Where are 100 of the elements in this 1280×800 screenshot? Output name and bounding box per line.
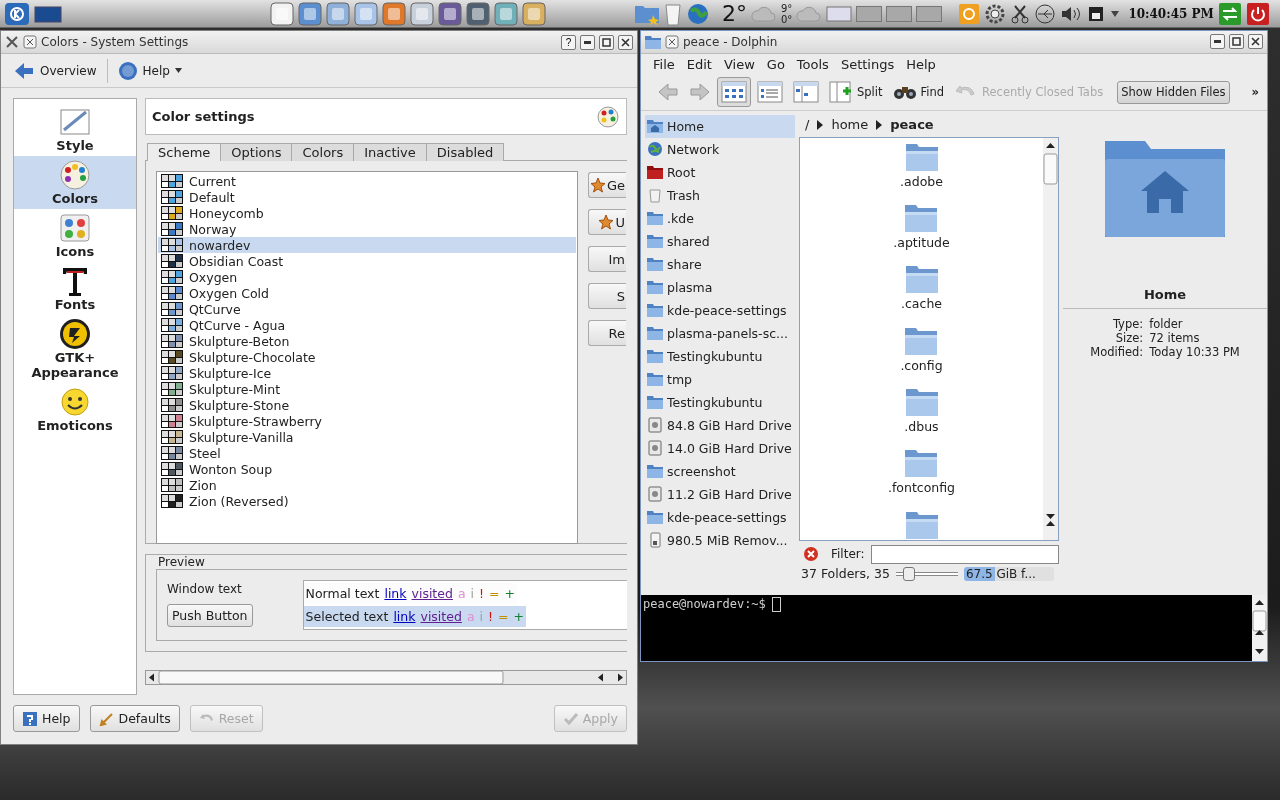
scheme-item[interactable]: Obsidian Coast [158, 253, 576, 269]
places-item[interactable]: 84.8 GiB Hard Drive [645, 413, 795, 437]
scheme-action-button[interactable]: Ge [588, 172, 626, 198]
scissors-icon [1010, 3, 1031, 24]
scheme-item[interactable]: Honeycomb [158, 205, 576, 221]
breadcrumb-item[interactable]: / [805, 117, 810, 133]
split-button[interactable]: Split [825, 77, 887, 108]
help-button[interactable]: Help [13, 705, 80, 732]
globe-icon [647, 141, 663, 158]
scheme-item[interactable]: Oxygen Cold [158, 285, 576, 301]
file-name[interactable]: .config [900, 357, 943, 373]
scheme-item[interactable]: Skulpture-Strawberry [158, 413, 576, 429]
minimize-button[interactable] [580, 34, 595, 50]
scheme-item[interactable]: Skulpture-Beton [158, 333, 576, 349]
places-item[interactable]: 11.2 GiB Hard Drive [645, 482, 795, 506]
scheme-item[interactable]: Zion [158, 477, 576, 493]
places-item[interactable]: 980.5 MiB Remov... [645, 528, 795, 552]
tab[interactable]: Disabled [425, 143, 505, 161]
places-item[interactable]: Home [645, 114, 795, 138]
show-hidden-files-button[interactable]: Show Hidden Files [1117, 80, 1230, 104]
places-item[interactable]: Testingkubuntu [645, 344, 795, 368]
sidebar-item[interactable]: GTK+ Appearance [14, 315, 136, 383]
sidebar-item[interactable]: Emoticons [14, 383, 136, 436]
tab[interactable]: Options [220, 143, 293, 161]
close-button[interactable] [618, 34, 633, 50]
sidebar-item[interactable]: Colors [14, 156, 136, 209]
scheme-action-button[interactable]: U [588, 209, 626, 235]
defaults-button[interactable]: Defaults [89, 705, 180, 732]
places-item[interactable]: kde-peace-settings [645, 505, 795, 529]
menu-item[interactable]: Settings [834, 56, 901, 72]
scheme-item[interactable]: Zion (Reversed) [158, 493, 576, 509]
file-name[interactable]: .aptitude [893, 234, 950, 250]
tab[interactable]: Colors [291, 143, 355, 161]
toolbar-overflow-button[interactable]: » [1247, 77, 1263, 108]
menu-item[interactable]: Help [900, 56, 942, 72]
overview-button[interactable]: Overview [9, 57, 101, 84]
split-view-icon [829, 81, 853, 104]
slider-thumb[interactable] [903, 566, 916, 581]
places-item[interactable]: plasma [645, 275, 795, 299]
scheme-item[interactable]: Skulpture-Mint [158, 381, 576, 397]
scheme-item[interactable]: Skulpture-Ice [158, 365, 576, 381]
menu-item[interactable]: Tools [790, 56, 835, 72]
places-item[interactable]: Testingkubuntu [645, 390, 795, 414]
places-item[interactable]: Network [645, 137, 795, 161]
scheme-item[interactable]: Wonton Soup [158, 461, 576, 477]
menu-item[interactable]: View [717, 56, 761, 72]
help-button[interactable]: ? [561, 34, 576, 50]
help-menu-button[interactable]: Help [113, 57, 186, 84]
scheme-item[interactable]: Steel [158, 445, 576, 461]
push-button[interactable]: Push Button [167, 604, 253, 627]
details-view-icon [757, 81, 783, 104]
sidebar-item[interactable]: Fonts [14, 262, 136, 315]
view-mode-button[interactable] [717, 77, 751, 108]
places-item[interactable]: tmp [645, 367, 795, 391]
places-item[interactable]: Trash [645, 183, 795, 207]
minimize-button[interactable] [1210, 34, 1225, 50]
scheme-item[interactable]: Current [158, 173, 576, 189]
scheme-item[interactable]: Skulpture-Stone [158, 397, 576, 413]
scheme-action-button[interactable]: S [588, 283, 626, 309]
preview-link[interactable]: visited [411, 586, 453, 601]
menu-item[interactable]: Edit [680, 56, 718, 72]
places-item[interactable]: 14.0 GiB Hard Drive [645, 436, 795, 460]
find-button[interactable]: Find [888, 77, 949, 108]
sidebar-item[interactable]: Icons [14, 209, 136, 262]
clock[interactable]: 10:40:45 PM [1128, 6, 1214, 21]
scheme-item[interactable]: Default [158, 189, 576, 205]
file-name[interactable]: .cache [901, 296, 942, 312]
preview-link[interactable]: link [384, 586, 407, 601]
maximize-button[interactable] [599, 34, 614, 50]
file-name[interactable]: .dbus [904, 418, 939, 434]
file-name[interactable]: .fontconfig [887, 480, 956, 496]
scheme-item[interactable]: QtCurve - Agua [158, 317, 576, 333]
scheme-item[interactable]: Skulpture-Vanilla [158, 429, 576, 445]
preview-link[interactable]: visited [420, 609, 462, 624]
breadcrumb-item[interactable]: home [831, 117, 869, 133]
tab[interactable]: Inactive [353, 143, 427, 161]
filter-field[interactable] [870, 544, 1059, 564]
scheme-item[interactable]: Norway [158, 221, 576, 237]
preview-link[interactable]: link [393, 609, 416, 624]
scheme-item[interactable]: QtCurve [158, 301, 576, 317]
places-item[interactable]: screenshot [645, 459, 795, 483]
scheme-item[interactable]: nowardev [158, 237, 576, 253]
menu-item[interactable]: File [647, 56, 681, 72]
places-item[interactable]: kde-peace-settings [645, 298, 795, 322]
maximize-button[interactable] [1229, 34, 1244, 50]
places-item[interactable]: plasma-panels-sc... [645, 321, 795, 345]
file-name[interactable]: .adobe [900, 173, 943, 189]
sidebar-item[interactable]: Style [14, 103, 136, 156]
scheme-item[interactable]: Oxygen [158, 269, 576, 285]
places-item[interactable]: share [645, 252, 795, 276]
scheme-action-button[interactable]: Im [588, 246, 626, 272]
tab[interactable]: Scheme [147, 143, 222, 161]
places-item[interactable]: .kde [645, 206, 795, 230]
breadcrumb-item[interactable]: peace [890, 117, 934, 133]
places-item[interactable]: Root [645, 160, 795, 184]
close-button[interactable] [1248, 34, 1263, 50]
scheme-item[interactable]: Skulpture-Chocolate [158, 349, 576, 365]
menu-item[interactable]: Go [760, 56, 791, 72]
scheme-action-button[interactable]: Re [588, 320, 626, 346]
places-item[interactable]: shared [645, 229, 795, 253]
